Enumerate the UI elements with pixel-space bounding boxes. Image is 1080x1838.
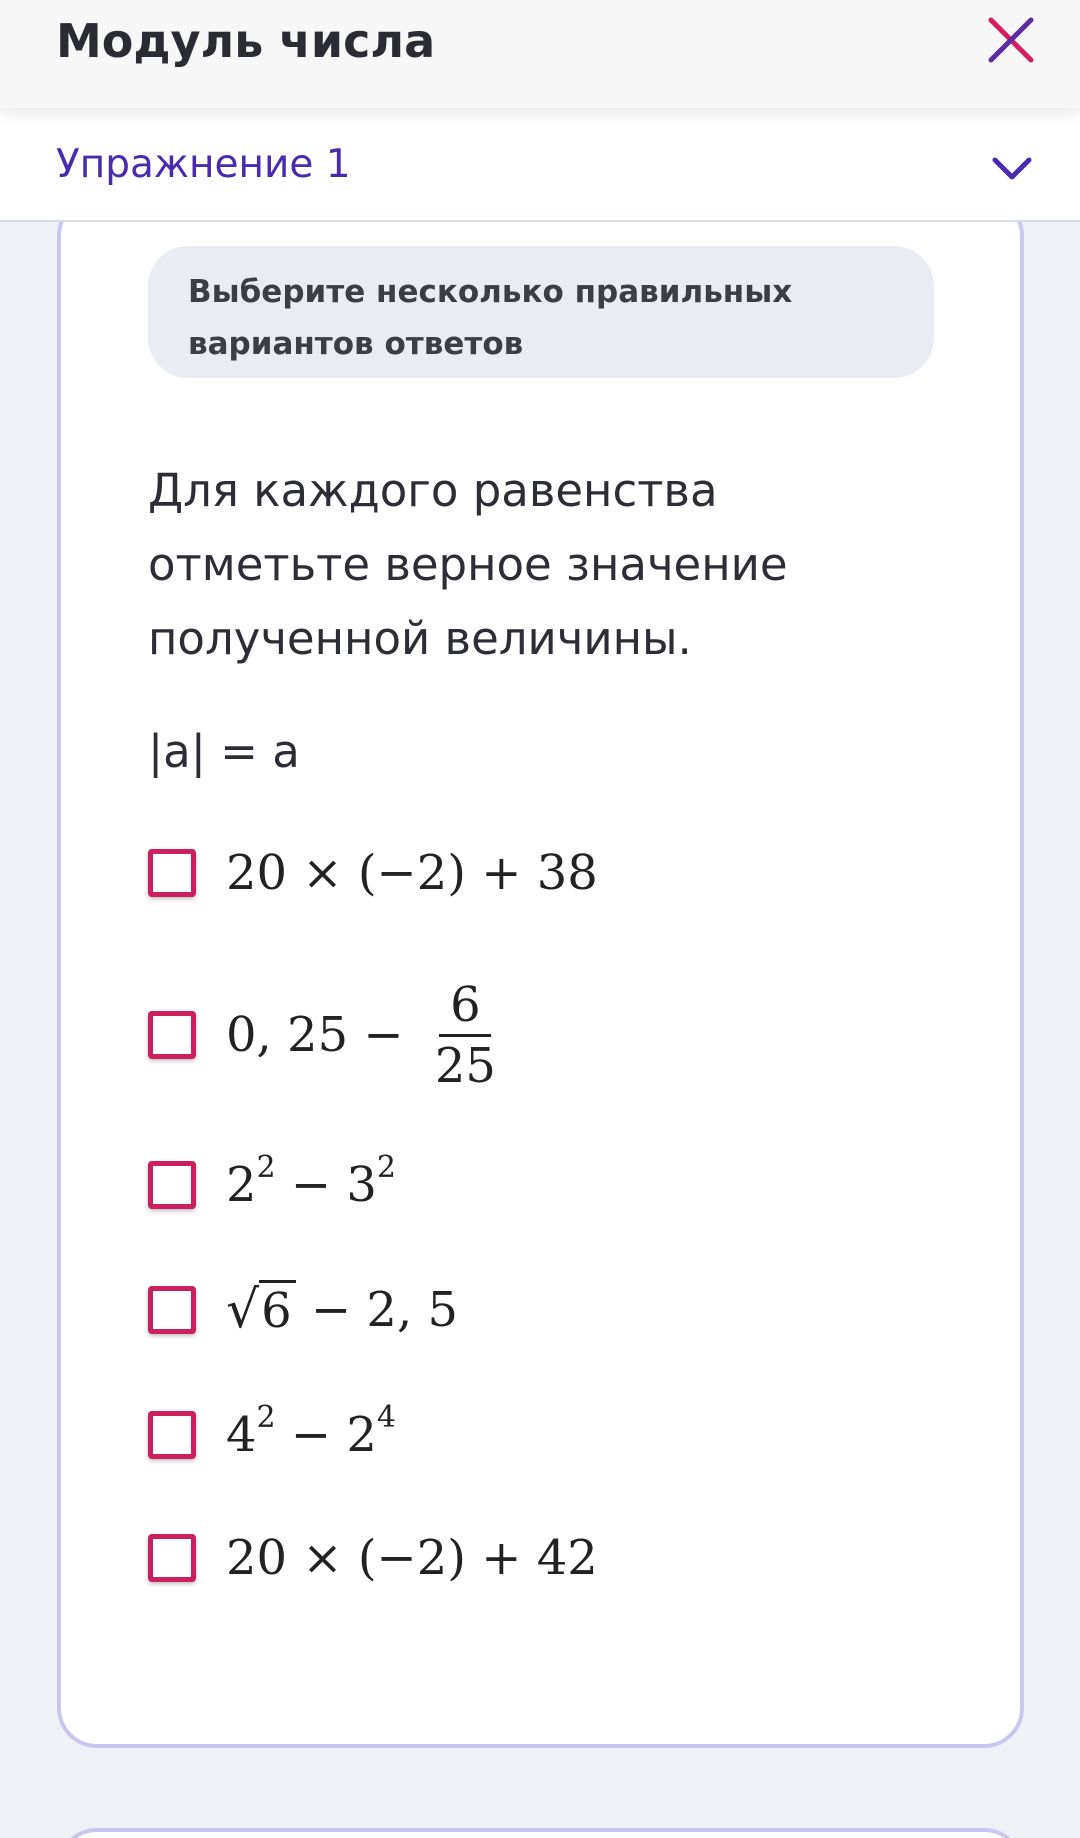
answer-option-1[interactable]: 20 × (−2) + 38	[148, 833, 948, 913]
exponent: 4	[376, 1399, 397, 1435]
operator: −	[275, 1157, 347, 1213]
chevron-down-icon[interactable]	[990, 154, 1034, 184]
answer-option-2[interactable]: 0, 25 − 6 25	[148, 960, 948, 1110]
checkbox[interactable]	[148, 1534, 196, 1582]
option-expression: 22 − 32	[226, 1150, 396, 1214]
exercise-label: Упражнение 1	[56, 142, 351, 187]
checkbox[interactable]	[148, 849, 196, 897]
radicand: 6	[259, 1280, 296, 1340]
operator: −	[275, 1407, 347, 1463]
exercise-selector[interactable]: Упражнение 1	[0, 108, 1080, 222]
exercise-screen: Модуль числа Упражнение 1 Выберите неско…	[0, 0, 1080, 1838]
expression-part: − 2, 5	[295, 1282, 459, 1338]
option-expression: 0, 25 − 6 25	[226, 976, 496, 1095]
answer-option-5[interactable]: 42 − 24	[148, 1395, 948, 1475]
question-text: Для каждого равенства отметьте верное зн…	[148, 464, 788, 665]
exponent: 2	[256, 1399, 276, 1435]
answer-option-3[interactable]: 22 − 32	[148, 1145, 948, 1225]
checkbox[interactable]	[148, 1011, 196, 1059]
option-expression: √ 6 − 2, 5	[226, 1280, 458, 1340]
expression-part: 0, 25 −	[226, 1007, 419, 1063]
checkbox[interactable]	[148, 1161, 196, 1209]
base: 2	[346, 1407, 377, 1463]
base: 3	[346, 1157, 377, 1213]
fraction: 6 25	[435, 976, 496, 1095]
fraction-denominator: 25	[434, 1037, 496, 1094]
page-title: Модуль числа	[56, 14, 436, 68]
base: 4	[226, 1407, 257, 1463]
option-expression: 20 × (−2) + 42	[226, 1530, 598, 1586]
checkbox[interactable]	[148, 1411, 196, 1459]
answer-option-6[interactable]: 20 × (−2) + 42	[148, 1518, 948, 1598]
checkbox[interactable]	[148, 1286, 196, 1334]
equation-text: |a| = a	[148, 725, 300, 778]
answer-option-4[interactable]: √ 6 − 2, 5	[148, 1270, 948, 1350]
exponent: 2	[256, 1149, 276, 1185]
option-expression: 42 − 24	[226, 1400, 396, 1464]
radical-sign: √	[226, 1280, 260, 1340]
instruction-line-1: Выберите несколько правильных	[188, 274, 793, 310]
next-card	[57, 1828, 1024, 1838]
fraction-numerator: 6	[450, 976, 481, 1033]
close-icon[interactable]	[985, 14, 1037, 66]
top-bar: Модуль числа	[0, 0, 1080, 108]
exponent: 2	[376, 1149, 397, 1185]
instruction-line-2: вариантов ответов	[188, 326, 524, 362]
instruction-badge: Выберите несколько правильных вариантов …	[148, 246, 934, 378]
base: 2	[226, 1157, 257, 1213]
square-root: √ 6	[226, 1280, 296, 1340]
option-expression: 20 × (−2) + 38	[226, 845, 598, 901]
